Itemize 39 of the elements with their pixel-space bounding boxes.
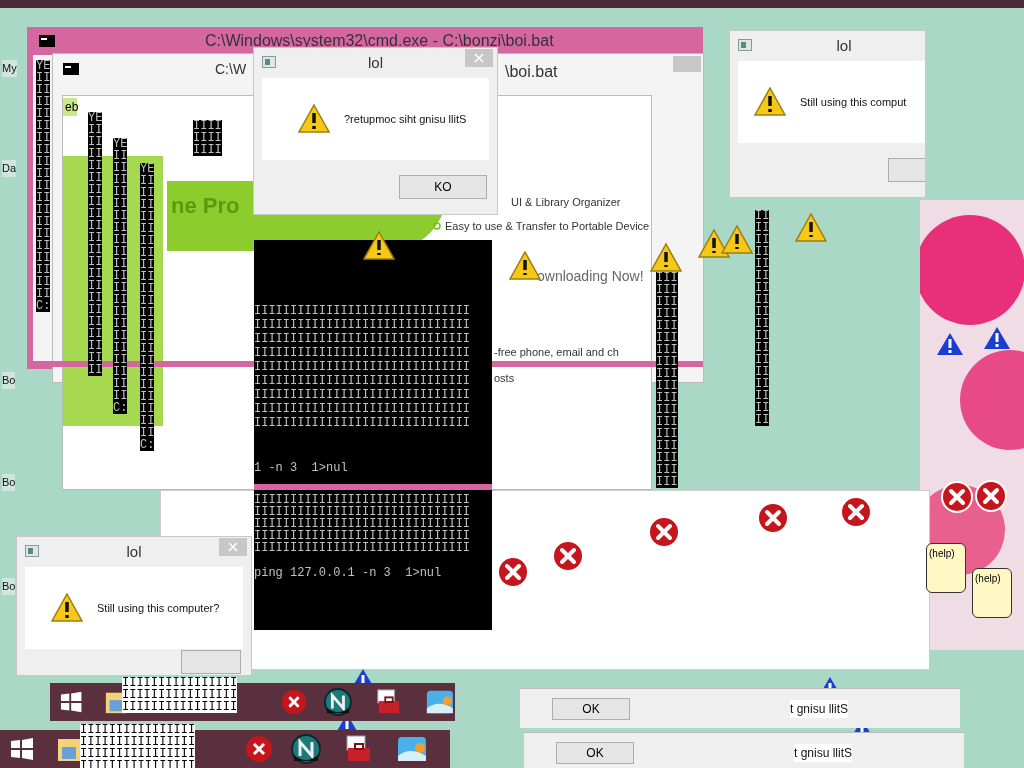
console-text: YE II II II II II II II II II II II II II II II II II II II II II C: [113, 138, 128, 414]
console-text: 1 -n 3 1>nul [254, 460, 348, 477]
dialog-message: t gnisu llitS [794, 743, 853, 762]
window-title: C:\W [215, 59, 247, 79]
console-text: IIIIIIIIIIIIIIIIIIIIIIIIIIIIII IIIIIIIIIIIIIIIIIIIIIIIIIIIIII IIIIIIIIIIIIIIIIIIIIIIIIIIIIII IIIIIIIIIIIIIIIIIIIIIIIIIIIIII IIIIIIIIIIIIIIIIIIIIIIIIIIIIII IIIIIIIIIIIIIIIIIIIIIIIIIIIIII IIIIIIIIIIIIIIIIIIIIIIIIIIIIII IIIIIIIIIIIIIIIIIIIIIIIIIIIIII IIIIIIIIIIIIIIIIIIIIIIIIIIIIII [254, 304, 471, 430]
tab-label[interactable]: eb [63, 98, 77, 116]
window-title: lol [836, 35, 852, 56]
window-title: lol [368, 52, 383, 73]
dialog-button[interactable]: OK [552, 697, 630, 720]
desktop-icon-label[interactable]: Bo [2, 372, 16, 389]
console-text: IIIIIIIIIIIIIIII IIIIIIIIIIIIIIII IIIIIIIIIIIIIIII [122, 677, 238, 713]
dialog-message: Still using this computer? [97, 600, 220, 616]
window-title: C:\Windows\system32\cmd.exe - C:\bonzi\boi.bat [205, 31, 554, 51]
dialog-message: Still using this comput [800, 94, 907, 110]
dialog-message: t gnisu llitS [790, 699, 849, 718]
speech-bubble: (help) [972, 568, 1012, 618]
desktop-icon-label[interactable]: My [2, 60, 17, 77]
console-text: III III III III III III III III III III III III III III III III III III [656, 272, 678, 488]
headline: ownloading Now! [537, 267, 644, 286]
body-text: -free phone, email and ch [494, 345, 619, 360]
feature-text: Easy to use & Transfer to Portable Device [445, 219, 650, 234]
console-text: II II II II II II II II II II II II II II II II II II [755, 210, 770, 426]
desktop-icon-label[interactable]: Da [2, 160, 17, 177]
console-text: YE II II II II II II II II II II II II II II II II II II II II II II C: [140, 163, 155, 451]
dialog-button[interactable]: OK [556, 741, 634, 764]
dialog-message: ?retupmoc siht gnisu llitS [344, 111, 467, 127]
feature-text: UI & Library Organizer [511, 195, 621, 210]
desktop-icon-label[interactable]: Bo [2, 578, 16, 595]
window-title: \boi.bat [505, 62, 558, 82]
console-text: IIIIIIIIIIIIIIIIIIIIIIIIIIIIII IIIIIIIIIIIIIIIIIIIIIIIIIIIIII IIIIIIIIIIIIIIIIIIIIIIIIIIIIII IIIIIIIIIIIIIIIIIIIIIIIIIIIIII IIIIIIIIIIIIIIIIIIIIIIIIIIIIII [254, 494, 471, 554]
dialog-button[interactable]: KO [399, 175, 487, 199]
console-text: YE II II II II II II II II II II II II II II II II II II II II II [88, 112, 103, 376]
console-text: ping 127.0.0.1 -n 3 1>nul [254, 565, 442, 582]
desktop-icon-label[interactable]: Bo [2, 474, 16, 491]
window-title: lol [126, 541, 142, 562]
speech-bubble: (help) [926, 543, 966, 593]
console-text: IIII IIII IIII [193, 120, 222, 156]
body-text: osts [494, 371, 515, 386]
console-text: YE II II II II II II II II II II II II II II II II II II II C: [36, 60, 51, 312]
